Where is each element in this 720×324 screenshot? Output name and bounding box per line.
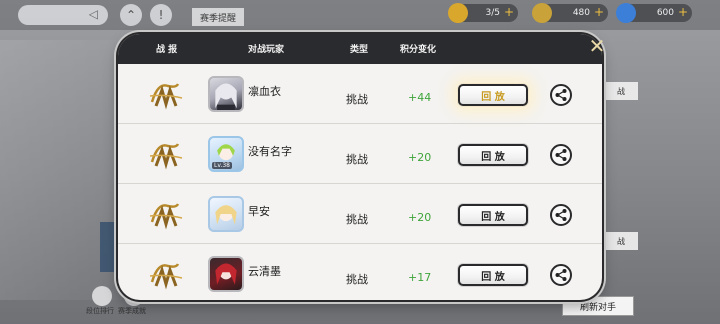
battle-type: 挑战: [346, 93, 368, 106]
achievement-label: 赛季成就: [118, 307, 146, 315]
exclamation-icon: !: [158, 8, 164, 22]
blue-gem-icon: [616, 3, 636, 23]
plus-icon[interactable]: +: [678, 5, 688, 19]
side-button-2[interactable]: 战: [604, 232, 638, 250]
share-icon: [555, 269, 567, 281]
resource-value: 600: [656, 8, 674, 18]
player-name: 没有名字: [248, 145, 292, 158]
portrait-icon: [215, 205, 237, 225]
victory-emblem-icon: [149, 143, 183, 170]
record-row: 云清墨 挑战 +17 回 放: [118, 244, 602, 300]
victory-emblem-icon: [149, 263, 183, 290]
record-row: 早安 挑战 +20 回 放: [118, 184, 602, 244]
plus-icon[interactable]: +: [594, 5, 604, 19]
score-change: +20: [408, 211, 432, 224]
replay-button[interactable]: 回 放: [458, 264, 528, 286]
portrait-icon: [215, 83, 237, 110]
player-name: 凛血衣: [248, 85, 281, 98]
replay-button[interactable]: 回 放: [458, 204, 528, 226]
player-name: 早安: [248, 205, 270, 218]
replay-button[interactable]: 回 放: [458, 144, 528, 166]
battle-type: 挑战: [346, 153, 368, 166]
portrait-icon: [215, 263, 237, 285]
resource-gems: 600 +: [616, 3, 692, 23]
header-type: 类型: [350, 45, 369, 55]
battle-type: 挑战: [346, 213, 368, 226]
replay-button[interactable]: 回 放: [458, 84, 528, 106]
score-change: +44: [408, 91, 432, 104]
victory-emblem-icon: [149, 83, 183, 110]
share-button[interactable]: [550, 204, 572, 226]
top-bar: [0, 0, 720, 30]
player-level: Lv.38: [212, 162, 232, 169]
close-icon: ✕: [588, 34, 606, 58]
ranking-button[interactable]: [92, 286, 112, 306]
home-button[interactable]: ⌃: [120, 4, 142, 26]
season-button[interactable]: 赛季提醒: [192, 8, 244, 26]
avatar-blonde-hair: [208, 196, 244, 232]
battle-type: 挑战: [346, 273, 368, 286]
victory-emblem-icon: [149, 203, 183, 230]
plus-icon[interactable]: +: [504, 5, 514, 19]
share-button[interactable]: [550, 84, 572, 106]
avatar-silver-hair: [208, 76, 244, 112]
close-button[interactable]: ✕: [585, 35, 609, 59]
share-icon: [555, 89, 567, 101]
avatar-green-hair: Lv.38: [208, 136, 244, 172]
header-record: 战 报: [156, 45, 178, 55]
avatar-red-hair: [208, 256, 244, 292]
header-score-change: 积分变化: [400, 45, 437, 55]
score-change: +17: [408, 271, 432, 284]
resource-coins: 480 +: [532, 3, 608, 23]
share-icon: [555, 149, 567, 161]
record-row: 凛血衣 挑战 +44 回 放: [118, 64, 602, 124]
share-button[interactable]: [550, 264, 572, 286]
share-button[interactable]: [550, 144, 572, 166]
resource-value: 3/5: [485, 8, 500, 18]
dialog-header: 战 报 对战玩家 类型 积分变化: [118, 34, 602, 64]
gold-coin-icon: [448, 3, 468, 23]
share-icon: [555, 209, 567, 221]
score-change: +20: [408, 151, 432, 164]
header-opponent: 对战玩家: [248, 45, 285, 55]
background-panel: [100, 222, 120, 272]
resource-stamina: 3/5 +: [448, 3, 518, 23]
arrow-icon: ◁: [88, 7, 98, 21]
coin-stack-icon: [532, 3, 552, 23]
ranking-label: 段位排行: [86, 307, 114, 315]
resource-value: 480: [572, 8, 590, 18]
side-button-1[interactable]: 战: [604, 82, 638, 100]
player-name: 云清墨: [248, 265, 281, 278]
battle-record-dialog: 战 报 对战玩家 类型 积分变化 凛血衣 挑战 +44 回 放 Lv.38 没有…: [118, 34, 602, 300]
info-button[interactable]: !: [150, 4, 172, 26]
record-row: Lv.38 没有名字 挑战 +20 回 放: [118, 124, 602, 184]
back-arrow-button[interactable]: ◁: [18, 5, 108, 25]
chevron-up-icon: ⌃: [125, 8, 137, 22]
